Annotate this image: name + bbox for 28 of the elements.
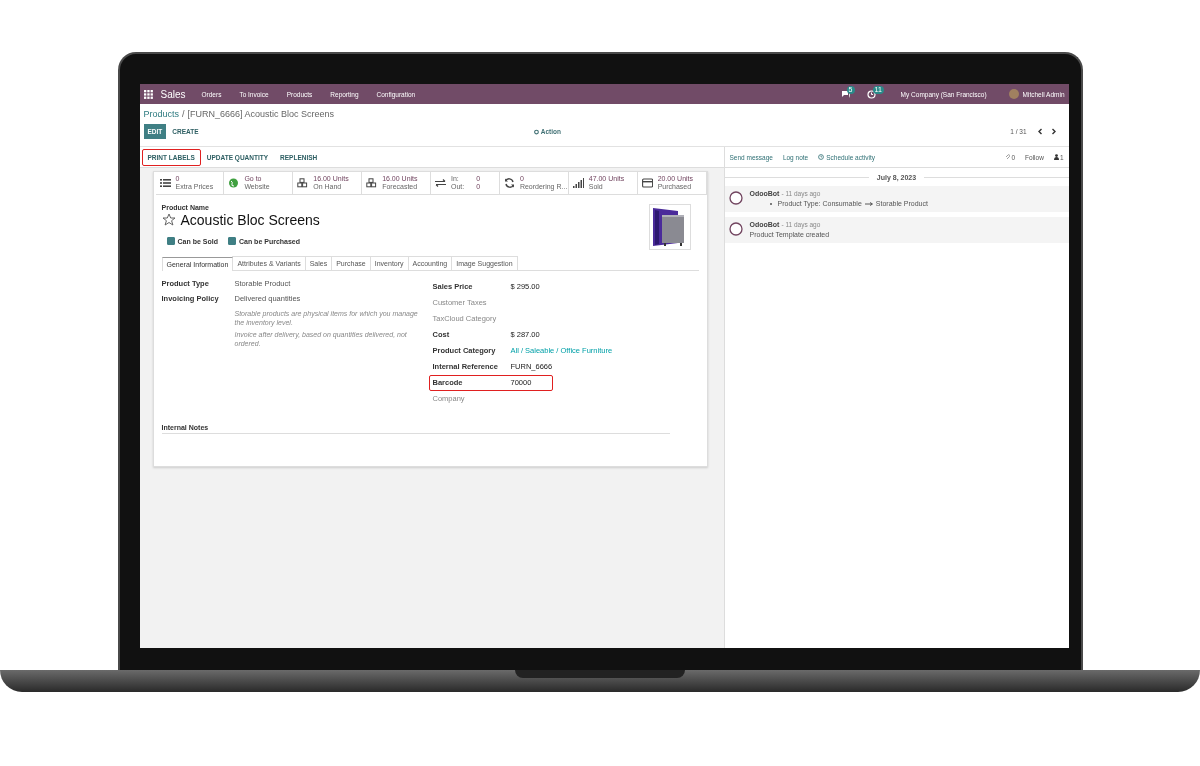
checkbox[interactable] (227, 237, 236, 245)
transfer-icon (435, 178, 446, 188)
next-icon[interactable] (1050, 128, 1057, 135)
gear-icon (533, 128, 539, 135)
card-icon (641, 178, 653, 188)
chat-icon[interactable] (840, 89, 851, 99)
breadcrumb-current: [FURN_6666] Acoustic Bloc Screens (187, 109, 335, 119)
refresh-icon (503, 178, 515, 188)
avatar-icon (728, 222, 743, 236)
product-name: Acoustic Bloc Screens (180, 212, 320, 228)
signal-bars-icon (572, 178, 584, 188)
avatar-icon (728, 191, 743, 205)
breadcrumb-link[interactable]: Products (143, 109, 180, 119)
clock-icon[interactable] (866, 89, 877, 99)
person-icon (1053, 154, 1059, 160)
list-icon (159, 178, 171, 188)
globe-icon (228, 178, 240, 188)
clock-icon (818, 154, 825, 160)
checkbox[interactable] (166, 237, 175, 245)
paperclip-icon (1005, 154, 1011, 160)
apps-menu-icon[interactable] (143, 89, 153, 99)
breadcrumb-separator: / (182, 109, 185, 119)
previous-icon[interactable] (1036, 128, 1043, 135)
star-icon[interactable] (161, 213, 176, 227)
cubes-icon (366, 178, 378, 188)
arrow-icon (864, 201, 873, 206)
app-name: Sales (160, 88, 186, 100)
cubes-icon (297, 178, 309, 188)
